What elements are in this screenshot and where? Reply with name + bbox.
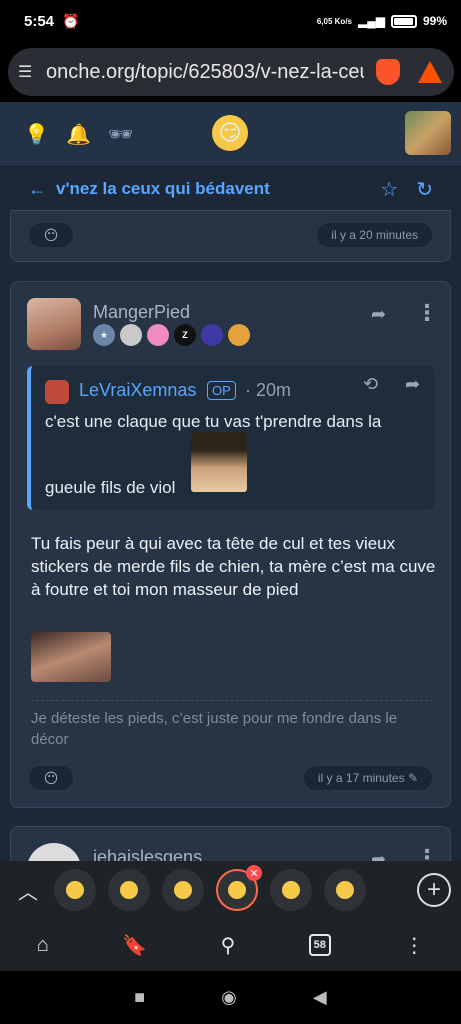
back-arrow-icon[interactable]: ←	[28, 179, 46, 200]
favicon-icon	[174, 881, 192, 899]
favicon-icon	[336, 881, 354, 899]
share-icon[interactable]: ➦	[371, 304, 386, 325]
tab-strip: ︿ ✕ +	[0, 861, 461, 919]
post-card: MangerPied ★ Z ➦ ⋮ LeVraiXemnas OP · 20m…	[10, 281, 451, 808]
post-timestamp[interactable]: il y a 17 minutes ✎	[303, 766, 432, 790]
browser-tab[interactable]	[324, 869, 366, 911]
badge-icon	[147, 324, 169, 346]
bookmark-icon[interactable]: 🔖	[122, 933, 147, 958]
site-logo[interactable]: 😏	[212, 115, 248, 151]
browser-tab[interactable]	[54, 869, 96, 911]
quote-author-name[interactable]: LeVraiXemnas	[79, 380, 196, 401]
new-tab-button[interactable]: +	[417, 873, 451, 907]
chevron-up-icon[interactable]: ︿	[18, 876, 54, 905]
url-text[interactable]: onche.org/topic/625803/v-nez-la-ceux	[46, 61, 364, 84]
quote-time: · 20m	[245, 380, 292, 400]
op-badge: OP	[207, 381, 236, 400]
tab-count-button[interactable]: 58	[308, 934, 331, 956]
browser-tab[interactable]	[162, 869, 204, 911]
topic-titlebar: ← v'nez la ceux qui bédavent ☆ ↻	[0, 167, 461, 211]
post-body: Tu fais peur à qui avec ta tête de cul e…	[31, 534, 436, 599]
incognito-icon[interactable]: 🕶	[108, 122, 133, 147]
badge-list: ★ Z	[93, 324, 250, 346]
sticker-image	[191, 432, 247, 492]
favicon-icon	[120, 881, 138, 899]
signature: Je déteste les pieds, c’est juste pour m…	[31, 710, 398, 748]
quote-text-line: c'est une claque que tu vas t'prendre da…	[45, 412, 382, 431]
brave-shields-icon[interactable]	[376, 59, 400, 85]
star-icon[interactable]: ☆	[380, 177, 398, 202]
home-icon[interactable]: ⌂	[37, 934, 49, 957]
avatar[interactable]	[405, 111, 451, 155]
author-avatar[interactable]	[27, 298, 81, 350]
lightbulb-icon[interactable]: 💡	[24, 122, 49, 147]
refresh-icon[interactable]: ↻	[416, 177, 433, 202]
favicon-icon	[66, 881, 84, 899]
browser-tab[interactable]	[270, 869, 312, 911]
quote-author-avatar[interactable]	[45, 380, 69, 404]
signature-divider	[31, 700, 433, 701]
favicon-icon	[282, 881, 300, 899]
search-icon[interactable]: ⚲	[221, 933, 236, 958]
badge-icon	[228, 324, 250, 346]
badge-icon	[120, 324, 142, 346]
battery-icon	[390, 14, 417, 28]
system-nav-bar: ■ ◉ ◀	[0, 971, 461, 1024]
network-speed: 6,05 Ko/s	[316, 16, 352, 26]
post-timestamp[interactable]: il y a 20 minutes	[317, 223, 432, 247]
more-options-icon[interactable]: ⋮	[416, 300, 438, 326]
alarm-icon: ⏰	[62, 12, 80, 29]
status-bar: 5:54 ⏰ 6,05 Ko/s ▂▄▆ 99%	[0, 0, 461, 42]
badge-icon	[201, 324, 223, 346]
star-badge-icon: ★	[93, 324, 115, 346]
browser-toolbar: ☰ onche.org/topic/625803/v-nez-la-ceux	[0, 42, 461, 102]
browser-tab[interactable]	[108, 869, 150, 911]
recents-icon[interactable]: ■	[134, 987, 145, 1008]
home-button-icon[interactable]: ◉	[221, 987, 237, 1008]
share-icon[interactable]: ➦	[405, 374, 420, 395]
browser-tab-active[interactable]: ✕	[216, 865, 262, 911]
reaction-button[interactable]: 😶	[29, 223, 73, 247]
site-settings-icon[interactable]: ☰	[18, 62, 40, 82]
browser-bottom-nav: ⌂ 🔖 ⚲ 58 ⋮	[0, 919, 461, 971]
history-icon[interactable]: ⟲	[363, 374, 378, 395]
favicon-icon	[228, 881, 246, 899]
clock: 5:54	[24, 12, 55, 30]
badge-icon: Z	[174, 324, 196, 346]
reaction-button[interactable]: 😶	[29, 766, 73, 790]
close-tab-icon[interactable]: ✕	[246, 865, 262, 881]
bell-icon[interactable]: 🔔	[66, 122, 91, 147]
battery-level: 99%	[422, 14, 447, 28]
address-bar[interactable]: ☰ onche.org/topic/625803/v-nez-la-ceux	[8, 48, 454, 96]
author-name[interactable]: MangerPied	[93, 302, 190, 323]
menu-icon[interactable]: ⋮	[404, 933, 424, 958]
back-icon[interactable]: ◀	[313, 987, 327, 1008]
previous-post: 😶 il y a 20 minutes	[10, 210, 451, 262]
sticker-image	[31, 632, 111, 682]
quote-text-line: gueule fils de viol	[45, 478, 176, 497]
signal-icon: ▂▄▆	[358, 14, 385, 28]
topic-title[interactable]: v'nez la ceux qui bédavent	[56, 179, 270, 199]
brave-rewards-icon[interactable]	[418, 61, 442, 83]
quoted-message: LeVraiXemnas OP · 20m ⟲ ➦ c'est une claq…	[27, 366, 434, 510]
